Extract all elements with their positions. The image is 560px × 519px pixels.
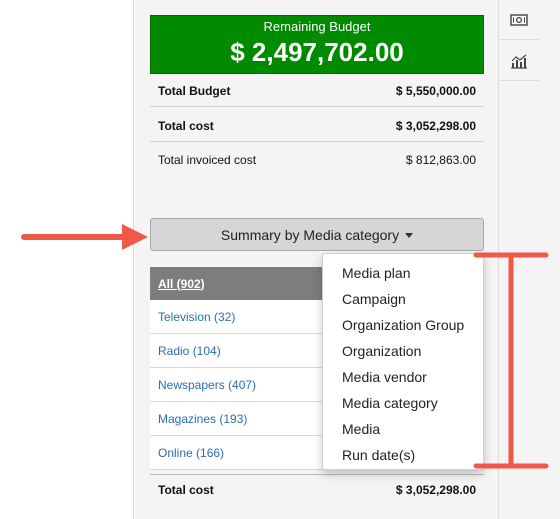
category-link-television[interactable]: Television (32) (158, 310, 235, 324)
budget-view-button[interactable] (499, 0, 539, 40)
menu-item-organization[interactable]: Organization (323, 338, 483, 364)
category-link-newspapers[interactable]: Newspapers (407) (158, 378, 256, 392)
total-budget-line: Total Budget $ 5,550,000.00 (150, 80, 484, 102)
remaining-budget-title: Remaining Budget (263, 19, 371, 34)
page: Remaining Budget $ 2,497,702.00 Total Bu… (0, 0, 560, 519)
chart-view-button[interactable] (499, 41, 539, 81)
right-tool-rail (498, 0, 560, 519)
menu-item-run-dates[interactable]: Run date(s) (323, 442, 483, 468)
total-invoiced-value: $ 812,863.00 (405, 153, 476, 167)
money-icon (510, 13, 528, 26)
total-budget-value: $ 5,550,000.00 (395, 84, 476, 98)
divider (150, 141, 484, 142)
table-total-row: Total cost $ 3,052,298.00 (150, 474, 484, 504)
menu-item-media-vendor[interactable]: Media vendor (323, 364, 483, 390)
total-cost-value: $ 3,052,298.00 (395, 119, 476, 133)
total-cost-line: Total cost $ 3,052,298.00 (150, 115, 484, 137)
menu-item-campaign[interactable]: Campaign (323, 286, 483, 312)
category-link-online[interactable]: Online (166) (158, 446, 224, 460)
total-invoiced-line: Total invoiced cost $ 812,863.00 (150, 149, 484, 171)
category-link-radio[interactable]: Radio (104) (158, 344, 221, 358)
total-budget-label: Total Budget (158, 84, 231, 98)
table-total-value: $ 3,052,298.00 (395, 482, 476, 497)
summary-by-dropdown-menu: Media plan Campaign Organization Group O… (322, 253, 484, 470)
divider (150, 106, 484, 107)
summary-button-label: Summary by Media category (220, 226, 400, 243)
summary-by-dropdown-button[interactable]: Summary by Media category (150, 218, 484, 251)
remaining-budget-box: Remaining Budget $ 2,497,702.00 (150, 15, 484, 74)
total-invoiced-label: Total invoiced cost (158, 153, 257, 167)
total-cost-label: Total cost (158, 119, 214, 133)
menu-item-media-plan[interactable]: Media plan (323, 260, 483, 286)
menu-item-media[interactable]: Media (323, 416, 483, 442)
all-categories-link[interactable]: All (902) (158, 277, 205, 291)
chart-icon (511, 54, 527, 69)
caret-down-icon (405, 233, 414, 238)
remaining-budget-amount: $ 2,497,702.00 (230, 37, 404, 67)
menu-item-media-category[interactable]: Media category (323, 390, 483, 416)
table-total-label: Total cost (158, 482, 214, 497)
category-link-magazines[interactable]: Magazines (193) (158, 412, 247, 426)
left-blank-area (0, 0, 134, 519)
menu-item-organization-group[interactable]: Organization Group (323, 312, 483, 338)
